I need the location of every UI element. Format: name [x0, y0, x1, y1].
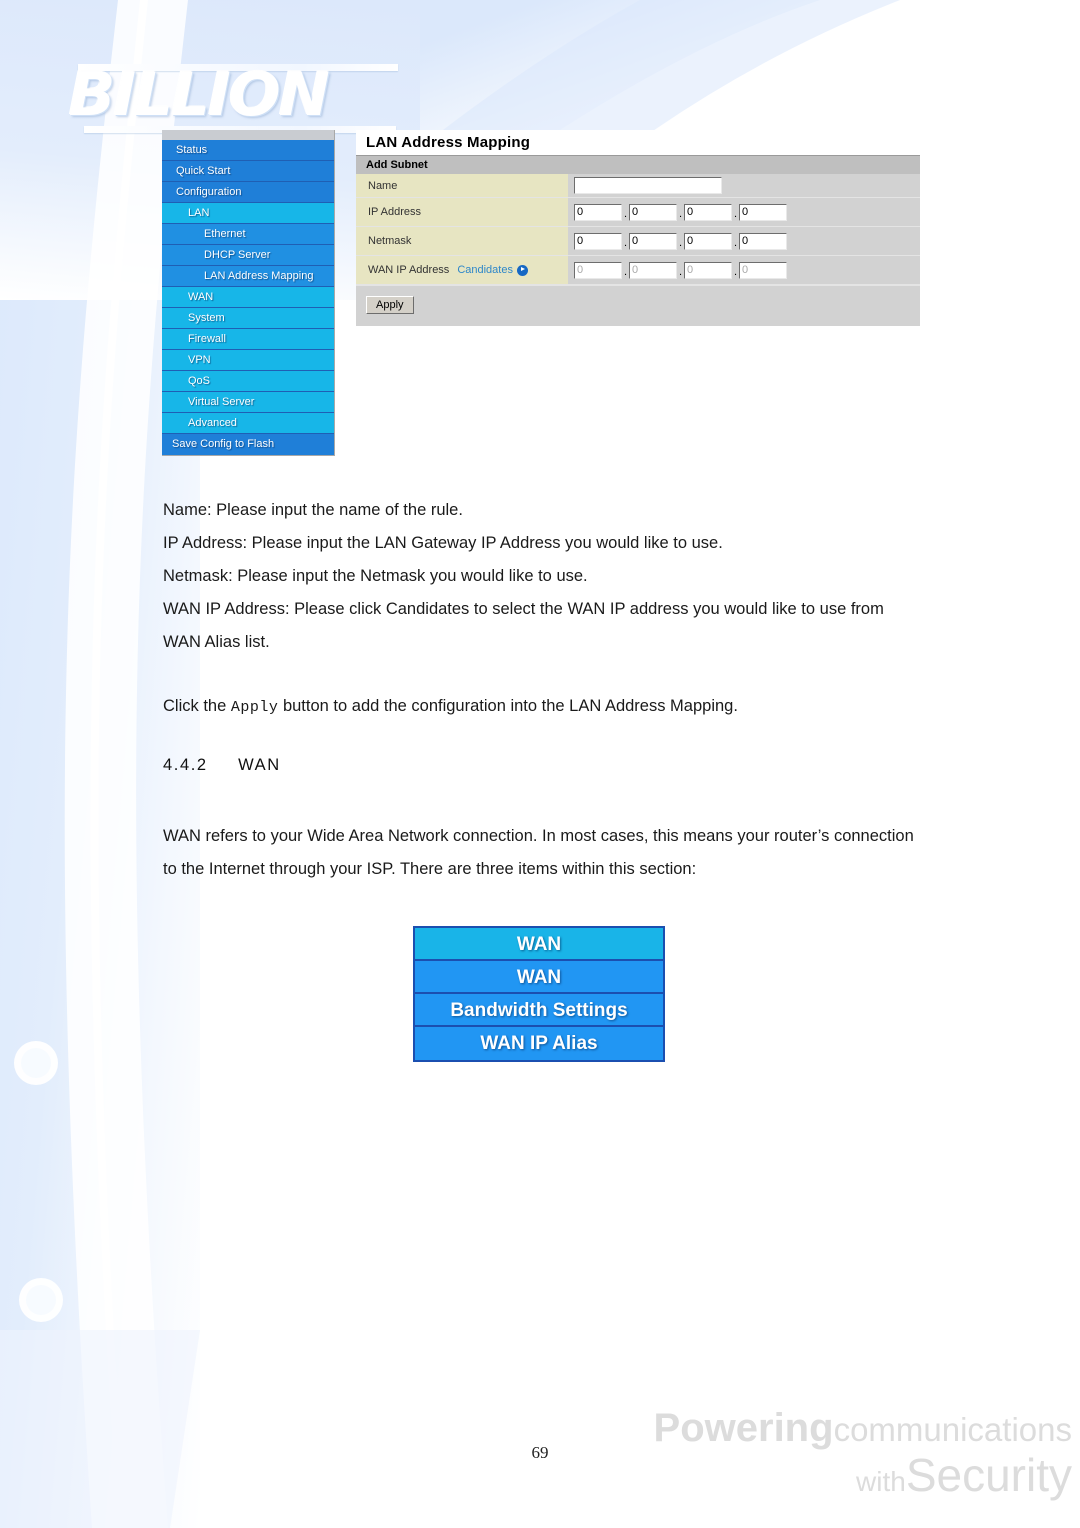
ip-dot-2: .	[678, 208, 683, 220]
sidebar-item-status[interactable]: Status	[162, 140, 334, 161]
sidebar-item-save-config-to-flash[interactable]: Save Config to Flash	[162, 434, 334, 455]
sidebar-item-lan-address-mapping[interactable]: LAN Address Mapping	[162, 266, 334, 287]
wan-ip-dot-3: .	[733, 266, 738, 278]
apply-button[interactable]: Apply	[366, 296, 414, 314]
wan-ip-address-octets: . . .	[568, 256, 920, 284]
wan-ip-dot-2: .	[678, 266, 683, 278]
paragraph-name: Name: Please input the name of the rule.	[163, 501, 463, 519]
ip-dot-1: .	[623, 208, 628, 220]
candidates-link[interactable]: Candidates	[457, 264, 528, 276]
panel-subheading: Add Subnet	[356, 155, 920, 174]
apply-sentence-after: button to add the configuration into the…	[278, 697, 738, 715]
netmask-octets: . . .	[568, 227, 920, 255]
netmask-octet-1[interactable]	[574, 232, 622, 250]
form-row-name: Name	[356, 174, 920, 198]
circle-arrow-right-icon	[516, 264, 528, 276]
section-number: 4.4.2	[163, 756, 208, 774]
netmask-label: Netmask	[356, 227, 568, 255]
watermark-line-1: Poweringcommunications	[654, 1408, 1072, 1448]
netmask-octet-4[interactable]	[739, 232, 787, 250]
sidebar-item-advanced[interactable]: Advanced	[162, 413, 334, 434]
apply-sentence-mono: Apply	[230, 699, 279, 716]
ip-address-label: IP Address	[356, 198, 568, 226]
wan-ip-dot-1: .	[623, 266, 628, 278]
apply-sentence-before: Click the	[163, 697, 231, 715]
netmask-dot-3: .	[733, 237, 738, 249]
sidebar-item-virtual-server[interactable]: Virtual Server	[162, 392, 334, 413]
paragraph-netmask: Netmask: Please input the Netmask you wo…	[163, 567, 588, 585]
sidebar-item-dhcp-server[interactable]: DHCP Server	[162, 245, 334, 266]
netmask-dot-1: .	[623, 237, 628, 249]
name-input[interactable]	[574, 177, 722, 194]
name-label: Name	[356, 174, 568, 197]
add-subnet-form: Name IP Address . . . Netmask	[356, 174, 920, 326]
form-row-netmask: Netmask . . .	[356, 227, 920, 256]
netmask-dot-2: .	[678, 237, 683, 249]
paragraph-wan-description: WAN refers to your Wide Area Network con…	[163, 827, 914, 878]
wan-menu-box: WAN WAN Bandwidth Settings WAN IP Alias	[413, 926, 665, 1062]
apply-button-area: Apply	[356, 285, 920, 326]
form-row-ip-address: IP Address . . .	[356, 198, 920, 227]
wan-menu-item-wan[interactable]: WAN	[415, 961, 663, 994]
section-heading: 4.4.2 WAN	[163, 756, 281, 775]
page-number: 69	[531, 1443, 549, 1462]
ip-octet-2[interactable]	[629, 203, 677, 221]
logo-wordmark: BILLION	[68, 60, 330, 130]
watermark-with: with	[856, 1466, 906, 1497]
lan-address-mapping-panel: LAN Address Mapping Add Subnet Name IP A…	[356, 130, 920, 326]
form-row-wan-ip-address: WAN IP Address Candidates . . .	[356, 256, 920, 285]
panel-title: LAN Address Mapping	[356, 130, 920, 155]
wan-ip-address-label: WAN IP Address	[368, 264, 450, 276]
sidebar-item-wan[interactable]: WAN	[162, 287, 334, 308]
sidebar-item-configuration[interactable]: Configuration	[162, 182, 334, 203]
sidebar-item-vpn[interactable]: VPN	[162, 350, 334, 371]
netmask-octet-3[interactable]	[684, 232, 732, 250]
section-title: WAN	[238, 756, 281, 774]
sidebar-item-system[interactable]: System	[162, 308, 334, 329]
wan-ip-octet-1[interactable]	[574, 261, 622, 279]
wan-ip-octet-4[interactable]	[739, 261, 787, 279]
candidates-link-label: Candidates	[457, 264, 513, 276]
ip-address-octets: . . .	[568, 198, 920, 226]
sidebar-item-lan[interactable]: LAN	[162, 203, 334, 224]
router-sidebar-nav: Status Quick Start Configuration LAN Etherne…	[162, 130, 335, 456]
sidebar-top-strip	[162, 130, 334, 140]
ip-octet-4[interactable]	[739, 203, 787, 221]
wan-ip-octet-3[interactable]	[684, 261, 732, 279]
wan-menu-item-bandwidth-settings[interactable]: Bandwidth Settings	[415, 994, 663, 1027]
wan-menu-item-wan-ip-alias[interactable]: WAN IP Alias	[415, 1027, 663, 1060]
sidebar-item-quick-start[interactable]: Quick Start	[162, 161, 334, 182]
wan-ip-address-label-cell: WAN IP Address Candidates	[356, 256, 568, 284]
paragraph-apply-instruction: Click the Apply button to add the config…	[163, 690, 923, 724]
ip-dot-3: .	[733, 208, 738, 220]
billion-logo: BILLION	[69, 60, 402, 133]
ip-octet-1[interactable]	[574, 203, 622, 221]
name-value-cell	[568, 174, 920, 197]
wan-menu-header: WAN	[415, 928, 663, 961]
netmask-octet-2[interactable]	[629, 232, 677, 250]
sidebar-item-firewall[interactable]: Firewall	[162, 329, 334, 350]
sidebar-item-ethernet[interactable]: Ethernet	[162, 224, 334, 245]
wan-ip-octet-2[interactable]	[629, 261, 677, 279]
paragraph-wan-ip-address: WAN IP Address: Please click Candidates …	[163, 600, 884, 651]
paragraph-ip-address: IP Address: Please input the LAN Gateway…	[163, 534, 723, 552]
ip-octet-3[interactable]	[684, 203, 732, 221]
sidebar-item-qos[interactable]: QoS	[162, 371, 334, 392]
